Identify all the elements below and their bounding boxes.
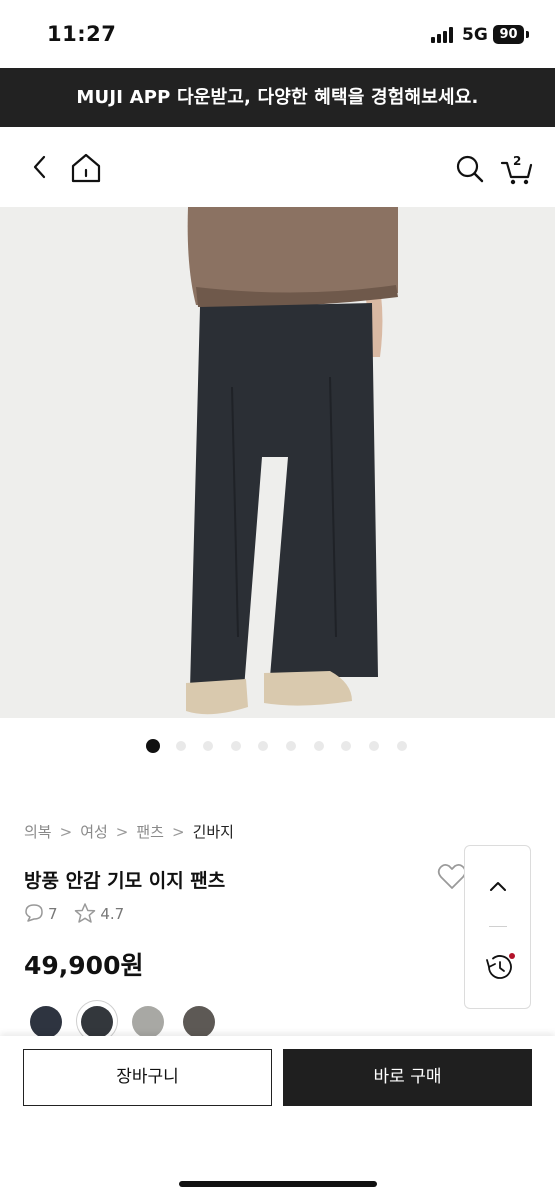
rating-value: 4.7 [100,905,125,923]
network-label: 5G [462,25,488,45]
recent-history-icon[interactable] [483,952,515,982]
battery-nub [526,31,529,38]
search-icon[interactable] [455,154,485,184]
review-count[interactable]: 7 [48,905,58,923]
chevron-up-icon[interactable] [489,880,507,892]
add-to-cart-button[interactable]: 장바구니 [23,1049,272,1106]
breadcrumb-item[interactable]: 의복 [24,823,52,841]
app-download-banner[interactable]: MUJI APP 다운받고, 다양한 혜택을 경험해보세요. [0,68,555,127]
color-swatch[interactable] [132,1006,164,1038]
battery-icon: 90 [493,25,524,44]
color-swatch[interactable] [183,1006,215,1038]
heart-icon[interactable] [437,863,467,891]
carousel-dot[interactable] [314,741,324,751]
product-photo [0,207,555,718]
star-icon [75,903,96,923]
carousel-pagination [0,738,555,754]
cart-count-badge: 2 [513,154,522,168]
carousel-dot[interactable] [146,739,160,753]
carousel-dot[interactable] [231,741,241,751]
home-icon[interactable] [70,152,102,184]
carousel-dot[interactable] [203,741,213,751]
breadcrumb-item[interactable]: 팬츠 [136,823,164,841]
product-price: 49,900원 [24,951,144,980]
product-title: 방풍 안감 기모 이지 팬츠 [24,870,226,892]
color-swatch[interactable] [30,1006,62,1038]
carousel-dot[interactable] [176,741,186,751]
panel-divider [489,926,507,927]
buy-now-button[interactable]: 바로 구매 [283,1049,532,1106]
signal-icon [431,27,455,43]
breadcrumb-separator: > [115,823,129,841]
color-swatch-selected[interactable] [81,1006,113,1038]
carousel-dot[interactable] [341,741,351,751]
product-meta: 7 4.7 [24,903,124,923]
breadcrumb: 의복 > 여성 > 팬츠 > 긴바지 [24,821,234,842]
carousel-dot[interactable] [369,741,379,751]
status-bar: 11:27 5G 90 [0,0,555,68]
breadcrumb-item-current[interactable]: 긴바지 [193,823,234,841]
carousel-dot[interactable] [258,741,268,751]
floating-side-panel [464,845,531,1009]
bottom-action-bar: 장바구니 바로 구매 [0,1036,555,1200]
back-icon[interactable] [30,154,50,180]
carousel-dot[interactable] [397,741,407,751]
breadcrumb-separator: > [59,823,73,841]
status-time: 11:27 [47,22,117,46]
comment-icon [25,904,43,922]
breadcrumb-item[interactable]: 여성 [80,823,108,841]
carousel-dot[interactable] [286,741,296,751]
nav-header [0,127,555,207]
product-image[interactable] [0,207,555,718]
home-indicator[interactable] [179,1181,377,1187]
breadcrumb-separator: > [171,823,185,841]
